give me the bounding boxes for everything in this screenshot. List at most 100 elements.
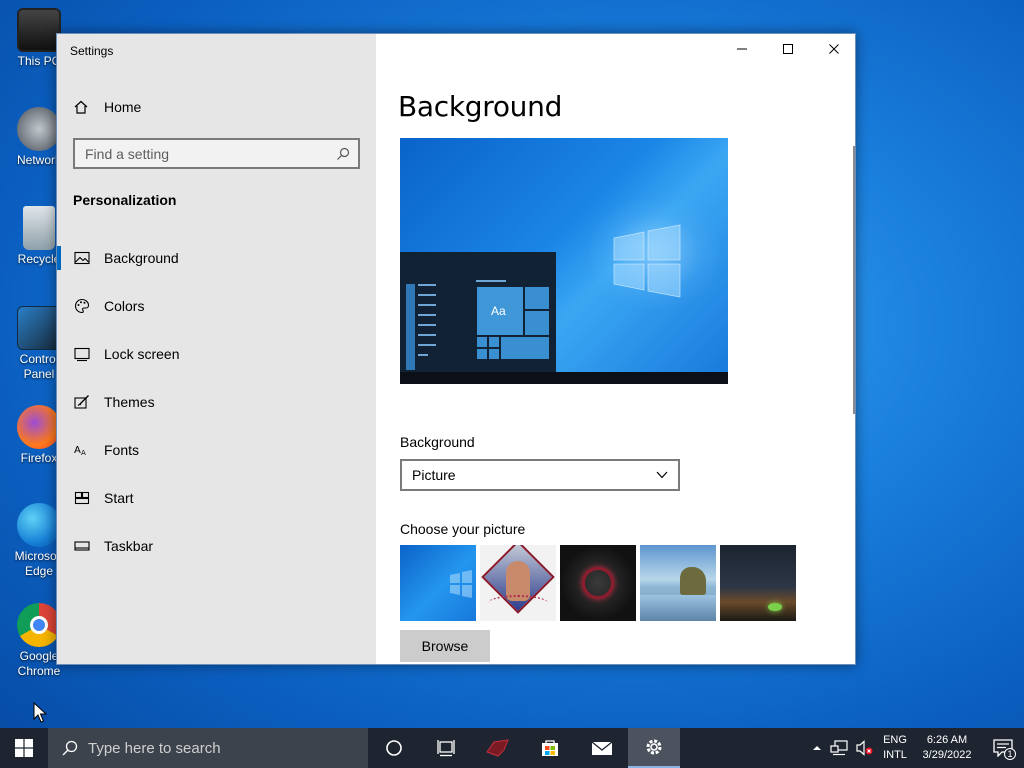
- task-view-icon: [437, 740, 455, 757]
- nav-item-label: Background: [104, 250, 179, 266]
- close-button[interactable]: [811, 34, 855, 64]
- desktop-icon-label: Firefox: [20, 451, 58, 465]
- system-tray: ENG INTL 6:26 AM 3/29/2022 1: [808, 728, 1024, 768]
- taskbar-app-rog[interactable]: [472, 728, 524, 768]
- nav-item-taskbar[interactable]: Taskbar: [57, 522, 376, 570]
- show-hidden-icons-button[interactable]: [808, 728, 826, 768]
- search-input[interactable]: [85, 145, 336, 162]
- preview-tile-label: Aa: [491, 304, 506, 318]
- home-icon: [74, 100, 88, 114]
- nav-list: Background Colors Lock screen Themes AA …: [57, 234, 376, 570]
- content-pane: Background Aa Background Picture Choose …: [376, 34, 855, 664]
- themes-icon: [74, 395, 89, 409]
- minimize-icon: [737, 48, 747, 50]
- recycle-bin-icon: [23, 206, 55, 250]
- volume-tray-button[interactable]: [852, 728, 878, 768]
- windows-logo-icon: [450, 570, 472, 598]
- svg-text:A: A: [81, 449, 86, 457]
- background-type-dropdown[interactable]: Picture: [400, 459, 680, 491]
- keyboard-layout: INTL: [883, 749, 907, 761]
- store-icon: [542, 740, 558, 756]
- chevron-down-icon: [656, 471, 668, 479]
- chevron-up-icon: [813, 746, 821, 750]
- settings-window: Settings Home Personalization Background…: [56, 33, 856, 665]
- nav-item-lock-screen[interactable]: Lock screen: [57, 330, 376, 378]
- thumbnail-rog-emblem[interactable]: [480, 545, 556, 621]
- lock-screen-icon: [74, 347, 90, 362]
- nav-item-label: Fonts: [104, 442, 140, 458]
- computer-icon: [17, 8, 61, 52]
- desktop-icon-label: Control Panel: [19, 352, 59, 381]
- edge-icon: [17, 503, 61, 547]
- minimize-button[interactable]: [719, 34, 765, 64]
- desktop-icon-label: Google Chrome: [17, 649, 61, 678]
- desktop-icon-label: Recycle: [17, 252, 61, 266]
- windows-logo-icon: [613, 224, 681, 298]
- palette-icon: [74, 298, 90, 314]
- action-center-button[interactable]: 1: [982, 728, 1024, 768]
- clock-time: 6:26 AM: [926, 734, 968, 746]
- taskbar-search-box[interactable]: Type here to search: [48, 728, 368, 768]
- background-preview: Aa: [400, 138, 728, 384]
- clock[interactable]: 6:26 AM 3/29/2022: [912, 728, 982, 768]
- volume-muted-icon: [856, 740, 873, 756]
- cortana-button[interactable]: [368, 728, 420, 768]
- navigation-pane: Settings Home Personalization Background…: [57, 34, 376, 664]
- chrome-icon: [17, 603, 61, 647]
- thumbnail-dark-rog[interactable]: [560, 545, 636, 621]
- taskbar-app-settings[interactable]: [628, 728, 680, 768]
- nav-item-label: Taskbar: [104, 538, 154, 554]
- page-title: Background: [398, 90, 563, 123]
- home-label: Home: [104, 99, 142, 115]
- nav-item-background[interactable]: Background: [57, 234, 376, 282]
- nav-item-label: Start: [104, 490, 134, 506]
- taskbar-app-mail[interactable]: [576, 728, 628, 768]
- nav-item-label: Themes: [104, 394, 155, 410]
- search-icon: [62, 740, 78, 756]
- taskbar-search-placeholder: Type here to search: [88, 739, 221, 757]
- cortana-circle-icon: [386, 740, 402, 756]
- gear-icon: [646, 739, 662, 755]
- picture-icon: [74, 251, 90, 265]
- home-nav-item[interactable]: Home: [73, 96, 141, 118]
- picture-thumbnails: [400, 545, 796, 621]
- thumbnail-beach[interactable]: [640, 545, 716, 621]
- scrollbar[interactable]: [853, 146, 855, 414]
- section-title: Personalization: [73, 192, 177, 208]
- fonts-icon: AA: [74, 445, 86, 457]
- thumbnail-night-sky[interactable]: [720, 545, 796, 621]
- taskbar: Type here to search ENG INTL 6:26 AM 3/2…: [0, 728, 1024, 768]
- preview-taskbar: [400, 372, 728, 384]
- dropdown-value: Picture: [412, 467, 456, 483]
- mouse-cursor-icon: [33, 702, 47, 723]
- choose-picture-label: Choose your picture: [400, 521, 526, 537]
- svg-text:A: A: [74, 445, 81, 456]
- window-controls: [719, 34, 855, 64]
- search-icon: [337, 147, 350, 160]
- desktop-icon-label: This PC: [17, 54, 61, 68]
- mail-icon: [591, 741, 613, 755]
- task-view-button[interactable]: [420, 728, 472, 768]
- network-wired-icon: [830, 740, 848, 756]
- nav-item-fonts[interactable]: AA Fonts: [57, 426, 376, 474]
- nav-item-label: Colors: [104, 298, 145, 314]
- window-title: Settings: [70, 44, 114, 58]
- input-language-indicator[interactable]: ENG INTL: [878, 728, 912, 768]
- clock-date: 3/29/2022: [922, 749, 972, 761]
- thumbnail-windows-blue[interactable]: [400, 545, 476, 621]
- language-code: ENG: [883, 734, 907, 746]
- nav-item-themes[interactable]: Themes: [57, 378, 376, 426]
- network-tray-button[interactable]: [826, 728, 852, 768]
- start-icon: [74, 491, 90, 505]
- taskbar-app-store[interactable]: [524, 728, 576, 768]
- start-button[interactable]: [0, 728, 48, 768]
- maximize-button[interactable]: [765, 34, 811, 64]
- rog-app-icon: [486, 739, 509, 757]
- nav-item-start[interactable]: Start: [57, 474, 376, 522]
- control-panel-icon: [17, 306, 61, 350]
- nav-item-colors[interactable]: Colors: [57, 282, 376, 330]
- preview-start-menu: Aa: [400, 252, 556, 372]
- notification-count-badge: 1: [1004, 748, 1016, 760]
- browse-button[interactable]: Browse: [400, 630, 490, 662]
- search-field[interactable]: [73, 138, 360, 169]
